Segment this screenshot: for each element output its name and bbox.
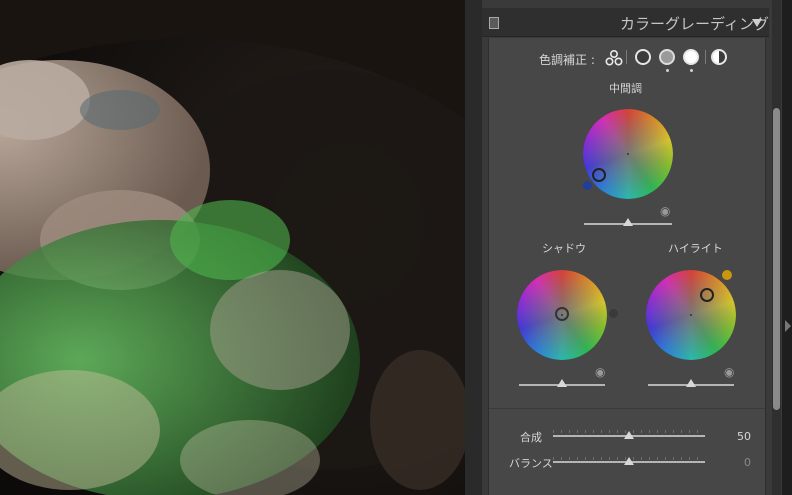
separator [705, 50, 706, 64]
three-circles-icon [605, 49, 623, 66]
panel-header[interactable]: カラーグレーディング [482, 8, 769, 37]
blend-value[interactable]: 50 [721, 430, 751, 443]
shadow-visibility-eye-icon[interactable]: ◉ [595, 365, 605, 379]
separator [626, 50, 627, 64]
midtone-label: 中間調 [609, 82, 642, 95]
shadow-luminance-thumb[interactable] [557, 379, 567, 387]
shadow-swatch [609, 309, 618, 318]
highlight-visibility-eye-icon[interactable]: ◉ [724, 365, 734, 379]
section-divider [489, 408, 765, 409]
highlight-luminance-thumb[interactable] [686, 379, 696, 387]
collapse-triangle-icon[interactable] [752, 19, 762, 27]
panel-solo-toggle[interactable] [489, 17, 499, 29]
midtone-handle[interactable] [592, 168, 606, 182]
photo-preview [0, 0, 465, 495]
shadows-view-icon[interactable] [635, 49, 651, 65]
global-view-icon[interactable] [711, 49, 727, 65]
blend-thumb[interactable] [624, 431, 634, 439]
expand-right-arrow-icon[interactable] [785, 320, 791, 332]
shadow-handle[interactable] [555, 307, 569, 321]
midtones-view-icon[interactable] [659, 49, 675, 65]
blend-label: 合成 [520, 431, 542, 444]
indicator-dot [666, 69, 669, 72]
panel-title: カラーグレーディング [620, 15, 769, 33]
wheel-center [690, 314, 692, 316]
highlight-handle[interactable] [700, 288, 714, 302]
shadow-color-wheel[interactable] [517, 270, 607, 360]
develop-panel: カラーグレーディング 色調補正 : 中間調 ◉ シャドウ ◉ ハイライト ◉ 合… [482, 0, 782, 495]
panel-gutter [465, 0, 482, 495]
right-edge-strip [782, 0, 792, 495]
wheel-center [627, 153, 629, 155]
highlights-view-icon[interactable] [683, 49, 699, 65]
shadow-label: シャドウ [542, 242, 586, 255]
tone-adjust-label: 色調補正 : [539, 53, 595, 67]
three-way-view-icon[interactable] [605, 49, 623, 66]
highlight-swatch [722, 270, 732, 280]
highlight-label: ハイライト [668, 242, 723, 255]
balance-label: バランス [509, 457, 553, 470]
midtone-color-wheel[interactable] [583, 109, 673, 199]
scrollbar-thumb[interactable] [773, 108, 780, 410]
midtone-visibility-eye-icon[interactable]: ◉ [660, 204, 670, 218]
panel-scrollbar[interactable] [772, 0, 781, 495]
highlight-color-wheel[interactable] [646, 270, 736, 360]
midtone-luminance-thumb[interactable] [623, 218, 633, 226]
balance-thumb[interactable] [624, 457, 634, 465]
balance-value[interactable]: 0 [721, 456, 751, 469]
midtone-swatch [583, 181, 592, 190]
photo-image [0, 0, 465, 495]
indicator-dot [690, 69, 693, 72]
color-grading-content: 色調補正 : 中間調 ◉ シャドウ ◉ ハイライト ◉ 合成 50 バランス 0 [488, 38, 766, 495]
